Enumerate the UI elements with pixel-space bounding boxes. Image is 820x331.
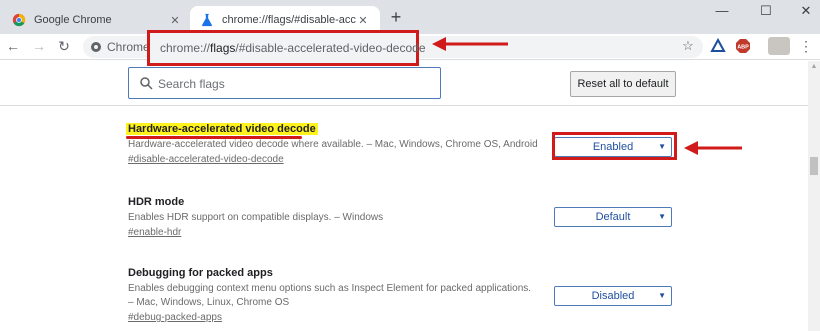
maximize-button[interactable]: ☐: [752, 2, 780, 22]
flask-icon: [202, 13, 212, 27]
tab-strip: Google Chrome ✕ chrome://flags/#disable-…: [0, 0, 820, 34]
select-value: Default: [595, 211, 631, 223]
adblock-extension-icon[interactable]: ABP: [735, 38, 751, 54]
search-icon: [140, 77, 153, 90]
experiment-link[interactable]: #disable-accelerated-video-decode: [128, 152, 558, 168]
chrome-page-icon: [91, 42, 101, 52]
avatar[interactable]: [768, 37, 790, 55]
tab-title: chrome://flags/#disable-accelerated-vide…: [222, 14, 356, 26]
chevron-down-icon: ▼: [658, 212, 666, 221]
tab-title: Google Chrome: [34, 14, 112, 26]
annotation-underline: [126, 136, 302, 139]
bookmark-star-icon[interactable]: ☆: [680, 38, 696, 54]
experiment-link[interactable]: #debug-packed-apps: [128, 310, 558, 326]
experiment-link[interactable]: #enable-hdr: [128, 225, 558, 241]
experiment-title: Debugging for packed apps: [128, 267, 273, 279]
scroll-up-arrow-icon[interactable]: ▲: [808, 63, 820, 70]
chevron-down-icon: ▼: [658, 291, 666, 300]
debug-packed-apps-select[interactable]: Disabled ▼: [554, 286, 672, 306]
highlighted-title: Hardware-accelerated video decode: [126, 123, 318, 135]
select-value: Disabled: [591, 290, 635, 302]
annotation-arrow-icon: [432, 37, 508, 51]
experiment-hardware-video-decode: Hardware-accelerated video decode Hardwa…: [126, 122, 558, 168]
experiment-hdr-mode: HDR mode Enables HDR support on compatib…: [128, 195, 558, 241]
url-path: flags: [210, 41, 236, 55]
select-annotation-box: [552, 132, 677, 160]
reload-icon[interactable]: ↻: [55, 37, 73, 55]
scrollbar[interactable]: ▲: [808, 61, 820, 331]
reset-all-button[interactable]: Reset all to default: [570, 71, 676, 97]
flags-header: Search flags Reset all to default: [0, 61, 808, 106]
close-tab-icon[interactable]: ✕: [168, 14, 182, 27]
annotation-arrow-icon: [684, 141, 742, 155]
menu-dots-icon[interactable]: ⋮: [798, 38, 814, 54]
url-text: chrome://flags/#disable-accelerated-vide…: [160, 41, 426, 55]
url-annotation-box[interactable]: chrome://flags/#disable-accelerated-vide…: [147, 30, 426, 66]
url-fragment: /#disable-accelerated-video-decode: [235, 41, 426, 55]
url-host: chrome://: [160, 41, 211, 55]
new-tab-button[interactable]: +: [386, 8, 406, 28]
back-arrow-icon[interactable]: ←: [4, 37, 22, 55]
extension-triangle-icon[interactable]: [710, 38, 726, 54]
forward-arrow-icon[interactable]: →: [30, 37, 48, 55]
close-window-button[interactable]: ✕: [792, 2, 820, 22]
experiment-debug-packed-apps: Debugging for packed apps Enables debugg…: [128, 266, 558, 326]
experiment-title: HDR mode: [128, 196, 185, 208]
search-input[interactable]: Search flags: [128, 67, 441, 99]
search-placeholder: Search flags: [158, 77, 225, 91]
minimize-button[interactable]: —: [708, 2, 736, 22]
experiment-description-platforms: – Mac, Windows, Linux, Chrome OS: [128, 297, 290, 308]
close-tab-icon[interactable]: ✕: [356, 14, 370, 27]
experiment-description: Enables HDR support on compatible displa…: [128, 212, 384, 223]
adblock-badge-text: ABP: [737, 45, 749, 51]
chrome-logo-icon: [12, 13, 26, 27]
experiment-description: Hardware-accelerated video decode where …: [128, 139, 538, 150]
omnibox-chip-label: Chrome: [107, 40, 150, 54]
scrollbar-thumb[interactable]: [810, 157, 818, 175]
hdr-mode-select[interactable]: Default ▼: [554, 207, 672, 227]
experiment-description: Enables debugging context menu options s…: [128, 283, 532, 294]
